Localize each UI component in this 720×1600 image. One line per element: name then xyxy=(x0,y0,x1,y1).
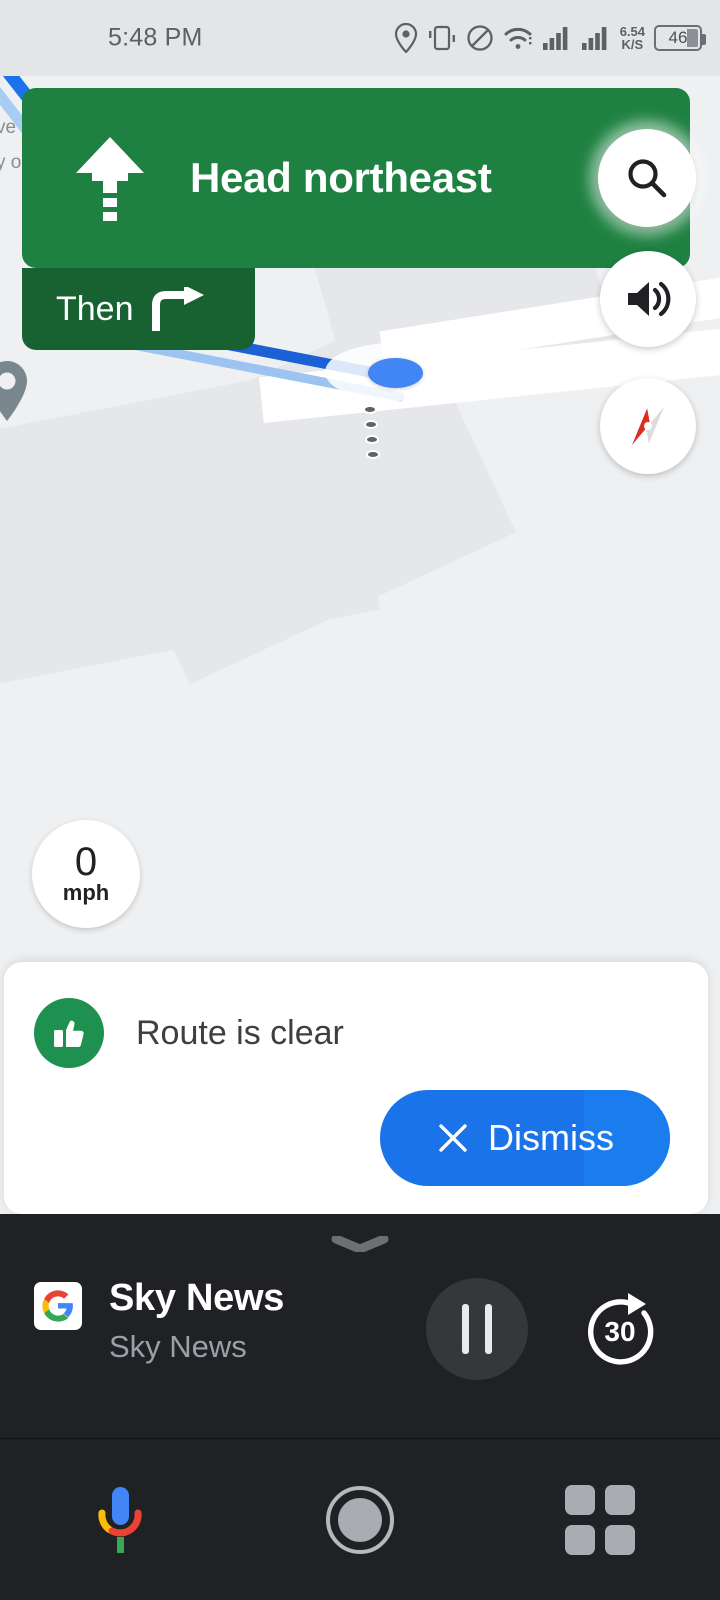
walking-path-dot xyxy=(364,420,378,429)
compass-icon xyxy=(631,406,665,446)
assistant-button[interactable] xyxy=(0,1439,240,1600)
compass-button[interactable] xyxy=(600,378,696,474)
home-button[interactable] xyxy=(240,1439,480,1600)
volume-up-icon xyxy=(628,281,671,317)
close-icon xyxy=(439,1124,467,1152)
location-icon xyxy=(394,23,418,53)
route-status-row: Route is clear xyxy=(34,998,344,1068)
status-time: 5:48 PM xyxy=(108,23,203,52)
status-bar: 5:48 PM 6.54 K/S 46 xyxy=(0,0,720,76)
signal-sim2-icon xyxy=(581,25,611,51)
wifi-icon xyxy=(503,25,533,51)
sound-toggle-button[interactable] xyxy=(600,251,696,347)
network-rate-unit: K/S xyxy=(621,37,644,52)
search-button[interactable] xyxy=(598,129,696,227)
pause-button[interactable] xyxy=(426,1278,528,1380)
thumbs-up-icon xyxy=(34,998,104,1068)
map-pin-icon xyxy=(0,361,27,421)
speedometer[interactable]: 0 mph xyxy=(32,820,140,928)
walking-path-dot xyxy=(365,435,379,444)
forward-30-button[interactable]: 30 xyxy=(573,1282,667,1376)
dismiss-label: Dismiss xyxy=(488,1117,614,1158)
then-label: Then xyxy=(56,289,134,328)
route-status-card: Route is clear Dismiss xyxy=(4,962,708,1214)
walking-path-dot xyxy=(366,450,380,459)
speed-unit: mph xyxy=(62,880,110,905)
battery-indicator: 46 xyxy=(654,25,706,51)
pause-icon xyxy=(462,1304,469,1354)
google-assistant-mic-icon xyxy=(98,1486,142,1553)
speed-value: 0 xyxy=(74,840,98,884)
next-maneuver-banner[interactable]: Then xyxy=(22,268,255,350)
turn-right-icon xyxy=(151,287,204,331)
forward-seconds-label: 30 xyxy=(604,1316,635,1347)
apps-grid-icon xyxy=(565,1484,635,1555)
navigation-instruction-text: Head northeast xyxy=(190,154,492,201)
map-label: y o xyxy=(0,152,22,173)
pause-icon xyxy=(485,1304,492,1354)
straight-arrow-icon xyxy=(76,137,144,221)
google-g-icon xyxy=(34,1282,82,1330)
network-rate: 6.54 K/S xyxy=(620,25,645,51)
media-player-panel[interactable]: Sky News Sky News 30 xyxy=(0,1214,720,1438)
vibrate-icon xyxy=(427,24,457,52)
signal-sim1-icon xyxy=(542,25,572,51)
dismiss-button[interactable]: Dismiss xyxy=(380,1090,670,1186)
system-navigation-bar xyxy=(0,1438,720,1600)
current-location-dot xyxy=(368,358,423,388)
route-status-text: Route is clear xyxy=(136,1013,344,1052)
home-circle-icon xyxy=(326,1485,394,1554)
forward-30-icon: 30 xyxy=(588,1293,654,1365)
battery-level: 46 xyxy=(668,28,688,47)
navigation-instruction-banner[interactable]: Head northeast xyxy=(22,88,690,268)
status-icons: 6.54 K/S 46 xyxy=(394,23,706,53)
walking-path-dot xyxy=(363,405,377,414)
apps-button[interactable] xyxy=(480,1439,720,1600)
chevron-down-icon[interactable] xyxy=(331,1236,389,1252)
media-title: Sky News xyxy=(109,1277,285,1319)
media-info: Sky News Sky News xyxy=(34,1276,284,1368)
map-label: ve xyxy=(0,117,17,138)
do-not-disturb-icon xyxy=(466,24,494,52)
search-icon xyxy=(628,159,667,198)
media-subtitle: Sky News xyxy=(109,1329,247,1364)
